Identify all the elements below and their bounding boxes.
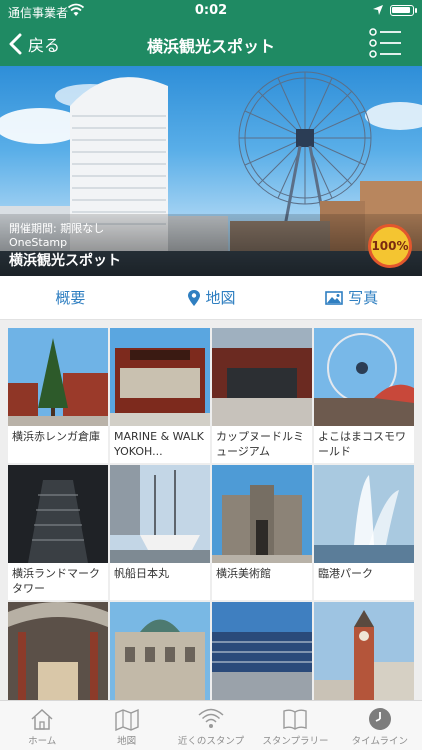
spot-card[interactable]: 横浜赤レンガ倉庫	[8, 328, 108, 463]
back-button[interactable]: 戻る	[8, 30, 60, 58]
spot-thumbnail	[8, 328, 108, 426]
spot-label: MARINE & WALK YOKOH...	[114, 430, 204, 458]
navigation-bar: 戻る 横浜観光スポット	[0, 22, 422, 66]
organizer-name: OneStamp	[9, 236, 68, 249]
spot-grid: 横浜赤レンガ倉庫 MARINE & WALK YOKOH... カップヌードルミ…	[8, 328, 414, 700]
battery-icon	[390, 5, 417, 16]
spot-label: よこはまコスモワールド	[318, 430, 406, 458]
bottom-tab-map-label: 地図	[117, 736, 137, 747]
photo-icon	[325, 290, 343, 305]
tab-overview[interactable]: 概要	[0, 276, 141, 319]
tab-map-label: 地図	[205, 289, 236, 307]
spot-card[interactable]	[8, 602, 108, 700]
hero-caption: 開催期間: 期限なし OneStamp 横浜観光スポット	[0, 214, 422, 276]
spot-label: 横浜赤レンガ倉庫	[12, 430, 100, 443]
spot-grid-area: 横浜赤レンガ倉庫 MARINE & WALK YOKOH... カップヌードルミ…	[0, 320, 422, 700]
bottom-tab-timeline-label: タイムライン	[351, 736, 408, 747]
spot-label: 臨港パーク	[318, 567, 373, 580]
detail-tabs: 概要 地図 写真	[0, 276, 422, 320]
tab-photos[interactable]: 写真	[281, 276, 422, 319]
rally-name: 横浜観光スポット	[9, 253, 121, 269]
chevron-left-icon	[9, 33, 22, 55]
bottom-tab-timeline[interactable]: タイムライン	[338, 701, 422, 750]
spot-thumbnail	[110, 602, 210, 700]
tab-photos-label: 写真	[348, 289, 379, 307]
spot-card[interactable]	[314, 602, 414, 700]
bottom-tab-rally[interactable]: スタンプラリー	[253, 701, 337, 750]
bottom-tab-bar: ホーム 地図 近くのスタンプ スタンプラリー タイムライン	[0, 700, 422, 750]
bottom-tab-nearby-label: 近くのスタンプ	[177, 736, 245, 747]
tab-overview-label: 概要	[55, 289, 86, 307]
spot-card[interactable]: 帆船日本丸	[110, 465, 210, 600]
spot-label: 横浜ランドマークタワー	[12, 567, 100, 595]
spot-card[interactable]: 臨港パーク	[314, 465, 414, 600]
spot-thumbnail	[212, 465, 312, 563]
spot-label: 帆船日本丸	[114, 567, 169, 580]
bottom-tab-home-label: ホーム	[28, 736, 57, 747]
page-title: 横浜観光スポット	[146, 37, 275, 56]
spot-label: 横浜美術館	[216, 567, 271, 580]
spot-card[interactable]	[212, 602, 312, 700]
bottom-tab-nearby[interactable]: 近くのスタンプ	[169, 701, 253, 750]
spot-thumbnail	[8, 602, 108, 700]
spot-thumbnail	[212, 328, 312, 426]
spot-thumbnail	[110, 465, 210, 563]
spot-card[interactable]: カップヌードルミュージアム	[212, 328, 312, 463]
spot-thumbnail	[314, 465, 414, 563]
spot-thumbnail	[212, 602, 312, 700]
signal-icon	[198, 708, 224, 728]
header-bar: 通信事業者 0:02 戻る 横浜観光スポット	[0, 0, 422, 66]
map-pin-icon	[187, 289, 200, 306]
tab-map[interactable]: 地図	[141, 276, 282, 319]
spot-card[interactable]: MARINE & WALK YOKOH...	[110, 328, 210, 463]
spot-card[interactable]: よこはまコスモワールド	[314, 328, 414, 463]
status-bar: 通信事業者 0:02	[0, 0, 422, 22]
spot-thumbnail	[314, 328, 414, 426]
location-arrow-icon	[373, 5, 383, 15]
event-period: 開催期間: 期限なし	[9, 222, 105, 235]
spot-label: カップヌードルミュージアム	[216, 430, 304, 458]
bottom-tab-home[interactable]: ホーム	[0, 701, 84, 750]
spot-card[interactable]: 横浜ランドマークタワー	[8, 465, 108, 600]
bottom-tab-map[interactable]: 地図	[84, 701, 168, 750]
spot-thumbnail	[314, 602, 414, 700]
back-label: 戻る	[28, 36, 61, 55]
spot-thumbnail	[8, 465, 108, 563]
clock-icon	[368, 708, 391, 730]
list-menu-icon[interactable]	[368, 27, 404, 59]
map-icon	[114, 708, 139, 731]
clock-time: 0:02	[194, 3, 228, 18]
spot-card[interactable]: 横浜美術館	[212, 465, 312, 600]
completion-badge: 100%	[368, 224, 412, 268]
hero-image: 開催期間: 期限なし OneStamp 横浜観光スポット	[0, 66, 422, 276]
spot-thumbnail	[110, 328, 210, 426]
home-icon	[31, 708, 53, 730]
spot-card[interactable]	[110, 602, 210, 700]
bottom-tab-rally-label: スタンプラリー	[262, 736, 329, 747]
book-icon	[283, 709, 308, 730]
